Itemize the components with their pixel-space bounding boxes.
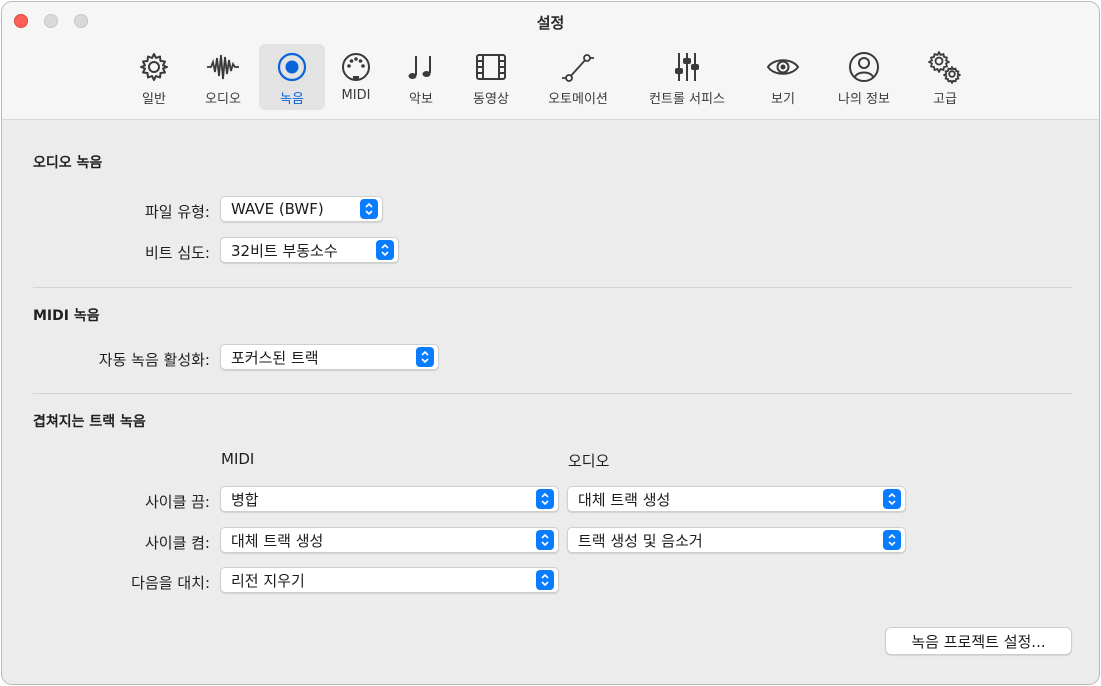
chevron-up-down-icon <box>883 530 901 550</box>
file-type-popup[interactable]: WAVE (BWF) <box>220 196 383 222</box>
audio-recording-title: 오디오 녹음 <box>33 155 103 171</box>
tab-audio-label: 오디오 <box>205 92 241 107</box>
cycle-on-midi-popup[interactable]: 대체 트랙 생성 <box>220 527 559 553</box>
cycle-off-label: 사이클 끔: <box>144 493 210 511</box>
tab-automation[interactable]: 오토메이션 <box>545 44 611 110</box>
record-icon <box>275 50 309 84</box>
tab-midi-label: MIDI <box>341 88 371 103</box>
automation-curve-icon <box>561 50 595 84</box>
eye-icon <box>766 50 800 84</box>
chevron-up-down-icon <box>883 489 901 509</box>
recording-project-settings-button[interactable]: 녹음 프로젝트 설정... <box>885 627 1072 655</box>
cycle-off-audio-popup[interactable]: 대체 트랙 생성 <box>567 486 906 512</box>
chevron-up-down-icon <box>536 489 554 509</box>
tab-recording-label: 녹음 <box>280 92 304 107</box>
tab-control-surfaces[interactable]: 컨트롤 서피스 <box>649 44 725 110</box>
tab-movie[interactable]: 동영상 <box>458 44 524 110</box>
chevron-up-down-icon <box>376 240 394 260</box>
tab-movie-label: 동영상 <box>473 92 509 107</box>
window-title: 설정 <box>536 14 565 32</box>
cycle-on-audio-popup[interactable]: 트랙 생성 및 음소거 <box>567 527 906 553</box>
tab-view[interactable]: 보기 <box>750 44 816 110</box>
tab-advanced-label: 고급 <box>933 92 957 107</box>
tab-recording[interactable]: 녹음 <box>259 44 325 110</box>
person-icon <box>847 50 881 84</box>
settings-window: 설정 일반 오디오 녹음 MIDI 악보 동영상 오토메이션 컨트롤 서피스 보… <box>1 1 1100 685</box>
file-type-value: WAVE (BWF) <box>231 200 324 218</box>
tab-my-info[interactable]: 나의 정보 <box>831 44 897 110</box>
overlapping-recordings-title: 겹쳐지는 트랙 녹음 <box>33 414 146 430</box>
tab-automation-label: 오토메이션 <box>548 92 608 107</box>
replace-midi-popup[interactable]: 리전 지우기 <box>220 567 559 593</box>
auto-enable-value: 포커스된 트랙 <box>231 348 319 367</box>
tab-general-label: 일반 <box>142 92 166 107</box>
tab-score-label: 악보 <box>409 92 433 107</box>
tab-my-info-label: 나의 정보 <box>838 92 890 107</box>
tab-score[interactable]: 악보 <box>388 44 454 110</box>
chevron-up-down-icon <box>416 347 434 367</box>
music-notes-icon <box>404 50 438 84</box>
auto-enable-label: 자동 녹음 활성화: <box>98 351 210 369</box>
bit-depth-value: 32비트 부동소수 <box>231 241 338 260</box>
cycle-off-audio-value: 대체 트랙 생성 <box>578 490 671 509</box>
film-strip-icon <box>474 50 508 84</box>
tab-audio[interactable]: 오디오 <box>190 44 256 110</box>
replace-midi-value: 리전 지우기 <box>231 571 305 590</box>
midi-recording-title: MIDI 녹음 <box>33 308 100 324</box>
cycle-off-midi-value: 병합 <box>231 490 259 509</box>
tab-control-surfaces-label: 컨트롤 서피스 <box>649 92 725 107</box>
tab-advanced[interactable]: 고급 <box>912 44 978 110</box>
waveform-icon <box>206 50 240 84</box>
cycle-on-label: 사이클 켬: <box>144 534 210 552</box>
midi-connector-icon <box>339 50 373 84</box>
gear-icon <box>137 50 171 84</box>
tab-midi[interactable]: MIDI <box>323 44 389 110</box>
section-divider <box>33 287 1072 288</box>
tab-view-label: 보기 <box>771 92 795 107</box>
cycle-on-audio-value: 트랙 생성 및 음소거 <box>578 531 703 550</box>
bit-depth-label: 비트 심도: <box>144 244 210 262</box>
tab-general[interactable]: 일반 <box>121 44 187 110</box>
cycle-off-midi-popup[interactable]: 병합 <box>220 486 559 512</box>
replace-label: 다음을 대치: <box>131 574 210 592</box>
section-divider <box>33 393 1072 394</box>
bit-depth-popup[interactable]: 32비트 부동소수 <box>220 237 399 263</box>
settings-toolbar: 일반 오디오 녹음 MIDI 악보 동영상 오토메이션 컨트롤 서피스 보기 나… <box>2 44 1099 112</box>
titlebar: 설정 일반 오디오 녹음 MIDI 악보 동영상 오토메이션 컨트롤 서피스 보… <box>2 2 1099 120</box>
midi-column-header: MIDI <box>221 450 255 468</box>
faders-icon <box>670 50 704 84</box>
file-type-label: 파일 유형: <box>144 203 210 221</box>
chevron-up-down-icon <box>360 199 378 219</box>
gears-icon <box>928 50 962 84</box>
auto-enable-popup[interactable]: 포커스된 트랙 <box>220 344 439 370</box>
chevron-up-down-icon <box>536 530 554 550</box>
cycle-on-midi-value: 대체 트랙 생성 <box>231 531 324 550</box>
audio-column-header: 오디오 <box>568 452 610 470</box>
chevron-up-down-icon <box>536 570 554 590</box>
